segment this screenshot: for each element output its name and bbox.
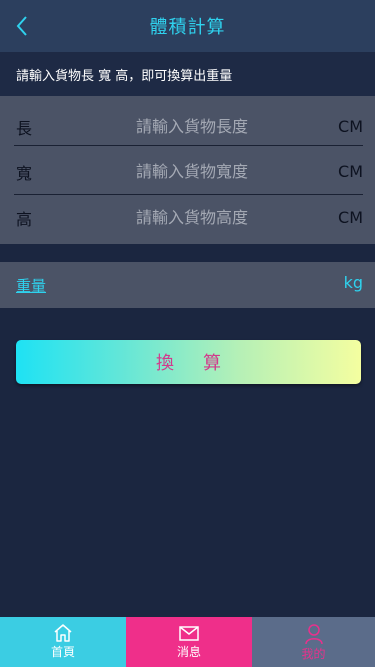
width-unit: CM <box>338 162 363 181</box>
weight-label[interactable]: 重量 <box>16 275 46 296</box>
home-icon <box>54 624 72 642</box>
weight-unit: kg <box>343 273 363 292</box>
mail-icon <box>179 626 199 641</box>
page-title: 體積計算 <box>149 17 226 38</box>
tab-me-label: 我的 <box>301 647 326 661</box>
user-icon <box>304 624 323 645</box>
length-unit: CM <box>338 117 363 136</box>
height-label: 高 <box>16 209 33 229</box>
convert-button[interactable]: 換 算 <box>16 340 361 384</box>
divider <box>14 145 363 146</box>
length-row: 長 CM <box>0 102 375 151</box>
chevron-left-icon <box>16 16 27 36</box>
width-input[interactable] <box>136 156 306 187</box>
instruction-text: 請輸入貨物長 寬 高，即可換算出重量 <box>0 52 375 96</box>
height-input[interactable] <box>136 202 306 233</box>
back-button[interactable] <box>8 12 36 40</box>
convert-button-label: 換 算 <box>155 353 233 373</box>
tab-home-label: 首頁 <box>50 645 75 659</box>
length-input[interactable] <box>136 111 306 142</box>
width-row: 寬 CM <box>0 147 375 196</box>
height-row: 高 CM <box>0 193 375 242</box>
tab-me[interactable]: 我的 <box>252 617 375 667</box>
weight-row: 重量 kg <box>0 262 375 308</box>
dimension-panel: 長 CM 寬 CM 高 CM <box>0 96 375 244</box>
width-label: 寬 <box>16 163 33 183</box>
length-label: 長 <box>16 118 33 138</box>
tab-messages-label: 消息 <box>176 645 201 659</box>
bottom-tab-bar: 首頁 消息 我的 <box>0 617 375 667</box>
tab-messages[interactable]: 消息 <box>126 617 252 667</box>
height-unit: CM <box>338 208 363 227</box>
header-bar: 體積計算 <box>0 0 375 52</box>
tab-home[interactable]: 首頁 <box>0 617 126 667</box>
